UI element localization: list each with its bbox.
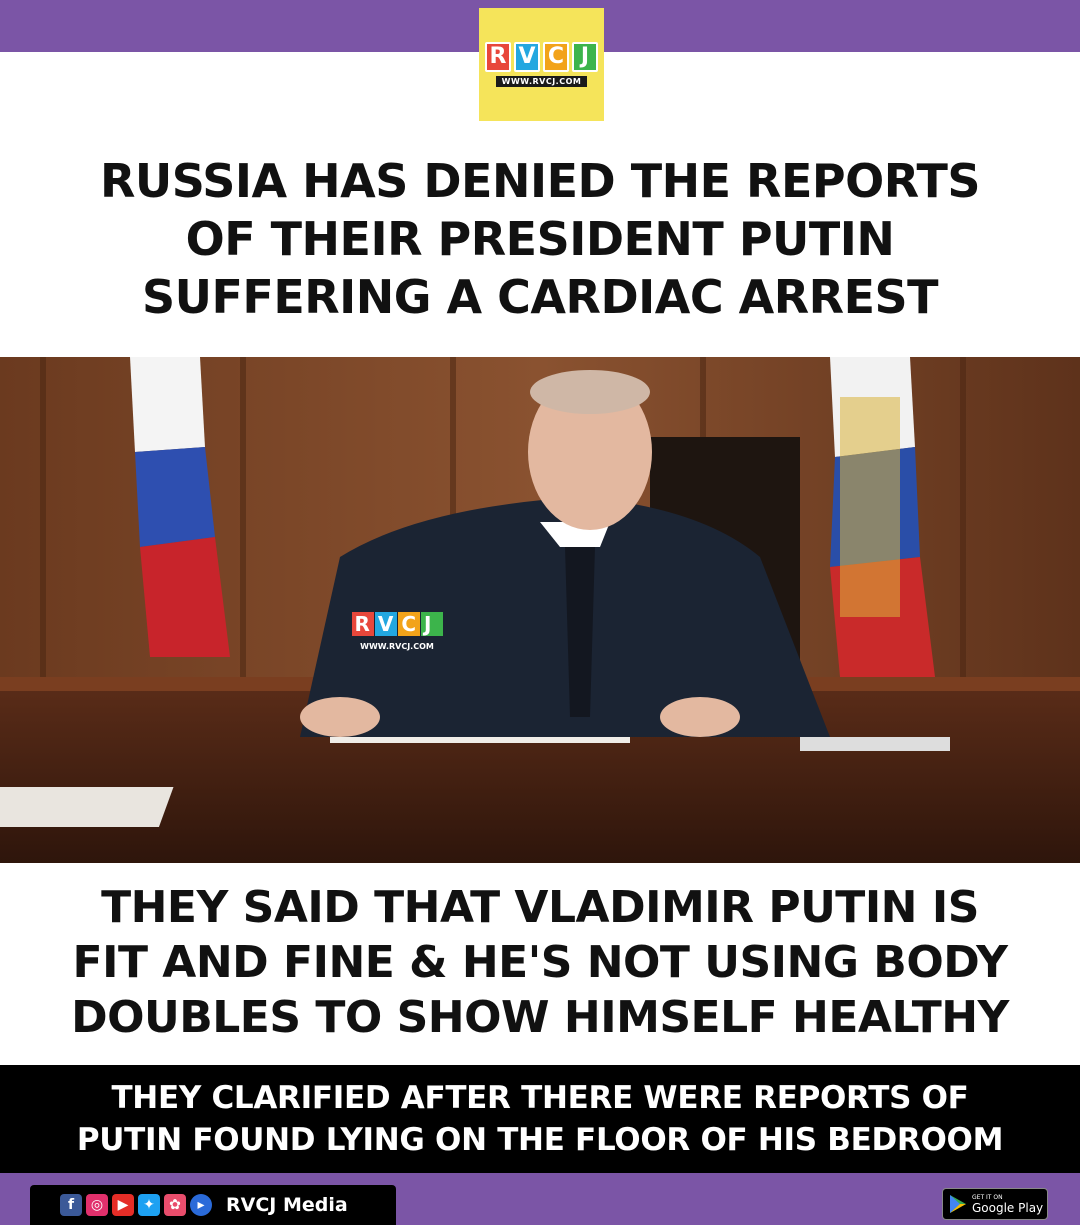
photo-illustration: RVCJ WWW.RVCJ.COM	[0, 357, 1080, 863]
clarification-band: THEY CLARIFIED AFTER THERE WERE REPORTS …	[0, 1065, 1080, 1173]
gplay-big-text: Google Play	[972, 1200, 1044, 1215]
brand-name: RVCJ Media	[226, 1194, 348, 1216]
logo-letter-v: V	[514, 42, 540, 72]
headline: RUSSIA HAS DENIED THE REPORTS OF THEIR P…	[0, 152, 1080, 326]
moj-icon[interactable]: ✿	[164, 1194, 186, 1216]
logo-letter-r: R	[485, 42, 511, 72]
headline-line-3: SUFFERING A CARDIAC ARREST	[142, 270, 939, 324]
logo-url: WWW.RVCJ.COM	[495, 76, 588, 87]
twitter-icon[interactable]: ✦	[138, 1194, 160, 1216]
play-icon[interactable]: ▸	[190, 1194, 212, 1216]
body-line-2: FIT AND FINE & HE'S NOT USING BODY	[72, 937, 1008, 988]
band-line-1: THEY CLARIFIED AFTER THERE WERE REPORTS …	[111, 1080, 969, 1116]
headline-line-1: RUSSIA HAS DENIED THE REPORTS	[99, 154, 981, 208]
photo-watermark-url: WWW.RVCJ.COM	[360, 642, 434, 651]
facebook-icon[interactable]: f	[60, 1194, 82, 1216]
logo-letter-j: J	[572, 42, 598, 72]
youtube-icon[interactable]: ▶	[112, 1194, 134, 1216]
band-line-2: PUTIN FOUND LYING ON THE FLOOR OF HIS BE…	[76, 1122, 1004, 1158]
news-photo: RVCJ WWW.RVCJ.COM	[0, 357, 1080, 863]
google-play-badge[interactable]: GET IT ON Google Play	[942, 1188, 1048, 1220]
body-line-1: THEY SAID THAT VLADIMIR PUTIN IS	[101, 882, 979, 933]
photo-watermark-letters: RVCJ	[355, 612, 440, 636]
gplay-small-text: GET IT ON	[972, 1193, 1003, 1201]
rvcj-logo: R V C J WWW.RVCJ.COM	[479, 8, 604, 121]
social-links: f ◎ ▶ ✦ ✿ ▸ RVCJ Media	[30, 1185, 396, 1225]
logo-letter-c: C	[543, 42, 569, 72]
body-text: THEY SAID THAT VLADIMIR PUTIN IS FIT AND…	[0, 880, 1080, 1045]
body-line-3: DOUBLES TO SHOW HIMSELF HEALTHY	[71, 992, 1009, 1043]
google-play-icon	[950, 1195, 966, 1213]
headline-line-2: OF THEIR PRESIDENT PUTIN	[185, 212, 895, 266]
instagram-icon[interactable]: ◎	[86, 1194, 108, 1216]
